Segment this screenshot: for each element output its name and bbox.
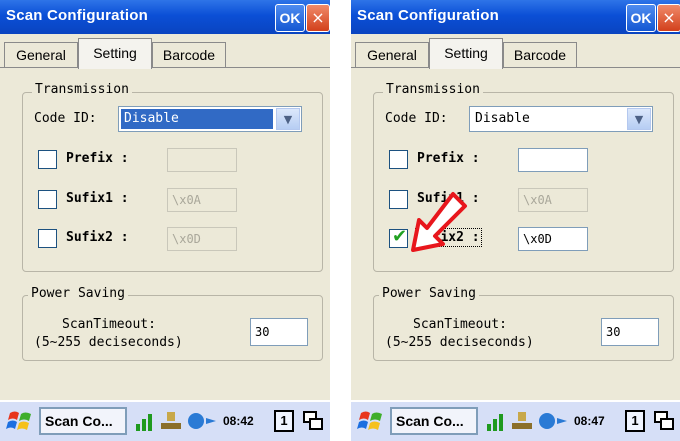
network-icon[interactable] [159,410,183,432]
window-title: Scan Configuration [6,7,148,24]
prefix-label: Prefix : [417,151,480,166]
tab-bar: General Setting Barcode [0,34,330,69]
title-bar: Scan Configuration OK × [0,0,330,34]
clock: 08:42 [223,414,254,428]
prefix-checkbox[interactable] [38,150,57,169]
code-id-dropdown[interactable]: Disable ▼ [469,106,653,132]
power-saving-legend: Power Saving [379,286,479,301]
close-button[interactable]: × [657,4,680,32]
code-id-value: Disable [475,111,530,126]
tab-bar: General Setting Barcode [351,34,680,69]
down-arrow-icon[interactable]: ▼ [276,108,300,130]
transmission-legend: Transmission [383,82,483,97]
power-saving-legend: Power Saving [28,286,128,301]
windows-start-icon[interactable] [6,407,34,435]
sufix1-field[interactable]: \x0A [167,188,237,212]
close-button[interactable]: × [306,4,330,32]
system-tray: 08:47 1 [485,408,679,436]
scan-timeout-input[interactable]: 30 [250,318,308,346]
prefix-field[interactable] [518,148,588,172]
window-switch-icon[interactable] [653,410,675,432]
sufix2-checkbox[interactable] [38,229,57,248]
system-tray: 08:42 1 [134,408,328,436]
code-id-value: Disable [121,109,273,129]
clock: 08:47 [574,414,605,428]
taskbar: Scan Co... 08:42 1 [0,400,330,441]
taskbar-app-button[interactable]: Scan Co... [39,407,127,435]
sync-icon[interactable] [186,410,220,432]
sufix1-label: Sufix1 : [66,191,129,206]
tab-barcode[interactable]: Barcode [503,42,577,67]
sufix2-label: Sufix2 : [66,230,129,245]
sufix1-field[interactable]: \x0A [518,188,588,212]
window-switch-icon[interactable] [302,410,324,432]
sufix1-checkbox[interactable] [38,190,57,209]
prefix-field[interactable] [167,148,237,172]
sufix2-field[interactable]: \x0D [518,227,588,251]
sufix2-field[interactable]: \x0D [167,227,237,251]
window-title: Scan Configuration [357,7,499,24]
screen-before: Scan Configuration OK × General Setting … [0,0,330,441]
prefix-checkbox[interactable] [389,150,408,169]
ok-button[interactable]: OK [626,4,656,32]
scan-timeout-label: ScanTimeout: [413,317,507,332]
tab-setting[interactable]: Setting [429,38,503,69]
scan-timeout-range: (5~255 deciseconds) [385,335,534,350]
signal-icon[interactable] [134,410,156,432]
code-id-label: Code ID: [385,111,448,126]
windows-start-icon[interactable] [357,407,385,435]
tab-general[interactable]: General [4,42,78,67]
tab-divider [351,67,680,68]
code-id-dropdown[interactable]: Disable ▼ [118,106,302,132]
annotation-arrow [411,192,467,252]
keyboard-icon[interactable]: 1 [625,410,645,432]
keyboard-icon[interactable]: 1 [274,410,294,432]
tab-general[interactable]: General [355,42,429,67]
prefix-label: Prefix : [66,151,129,166]
tab-setting[interactable]: Setting [78,38,152,69]
title-bar: Scan Configuration OK × [351,0,680,34]
code-id-label: Code ID: [34,111,97,126]
ok-button[interactable]: OK [275,4,305,32]
network-icon[interactable] [510,410,534,432]
tab-barcode[interactable]: Barcode [152,42,226,67]
scan-timeout-label: ScanTimeout: [62,317,156,332]
signal-icon[interactable] [485,410,507,432]
sync-icon[interactable] [537,410,571,432]
scan-timeout-input[interactable]: 30 [601,318,659,346]
taskbar: Scan Co... 08:47 1 [351,400,680,441]
down-arrow-icon[interactable]: ▼ [627,108,651,130]
scan-timeout-range: (5~255 deciseconds) [34,335,183,350]
taskbar-app-button[interactable]: Scan Co... [390,407,478,435]
screen-after: Scan Configuration OK × General Setting … [351,0,680,441]
tab-divider [0,67,330,68]
transmission-legend: Transmission [32,82,132,97]
